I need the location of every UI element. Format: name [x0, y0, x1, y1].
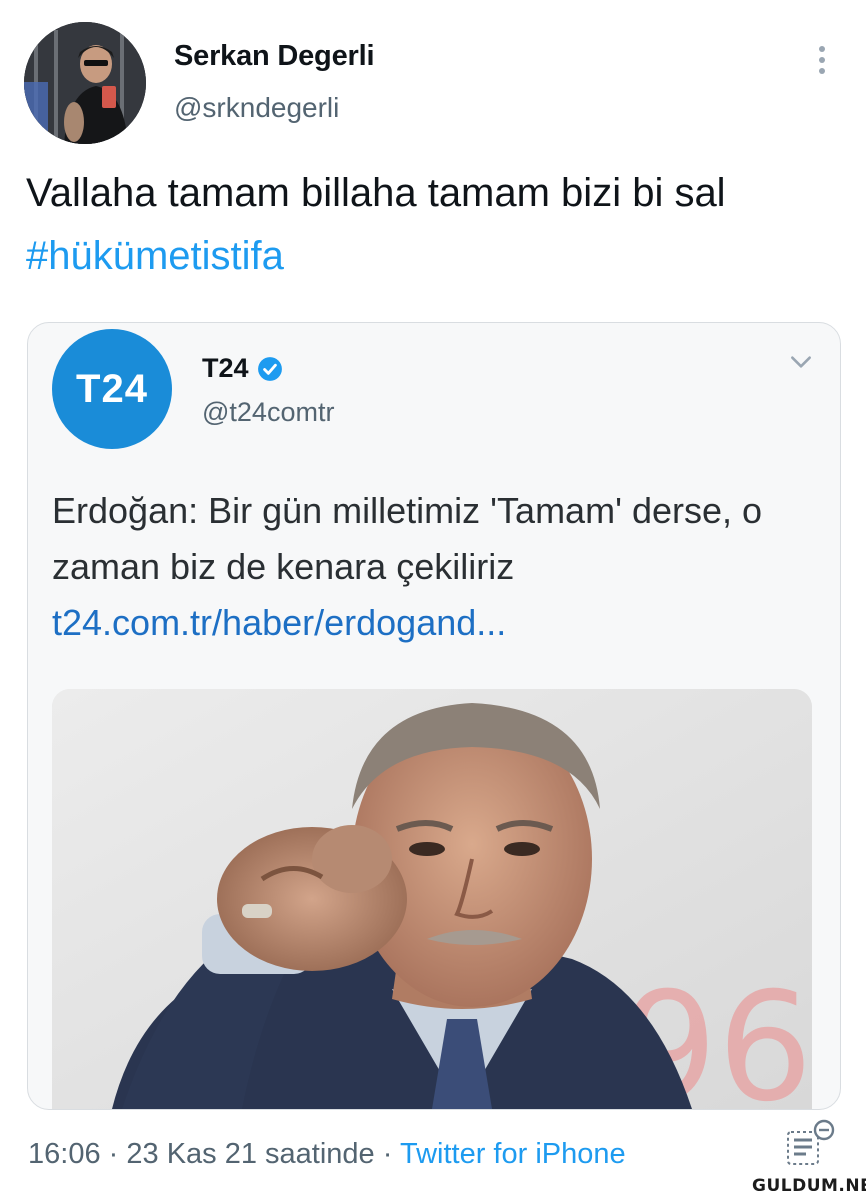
hashtag-link[interactable]: #hükümetistifa [26, 234, 284, 278]
meta-separator: · [108, 1138, 119, 1170]
tweet-body: Vallaha tamam billaha tamam bizi bi sal [26, 171, 726, 215]
avatar[interactable] [24, 22, 146, 144]
tweet-text: Vallaha tamam billaha tamam bizi bi sal … [26, 162, 826, 288]
quote-display-name[interactable]: T24 [202, 353, 283, 384]
portrait-photo: 96 [52, 689, 812, 1109]
source-link[interactable]: Twitter for iPhone [400, 1138, 626, 1170]
document-icon [787, 1119, 835, 1165]
tweet-time[interactable]: 16:06 [28, 1138, 101, 1170]
meta-separator: · [382, 1138, 393, 1170]
quote-text: Erdoğan: Bir gün milletimiz 'Tamam' ders… [52, 483, 822, 651]
watermark: GULDUM.NET [752, 1176, 866, 1196]
more-options-button[interactable] [806, 40, 838, 80]
quote-body: Erdoğan: Bir gün milletimiz 'Tamam' ders… [52, 490, 763, 587]
handle[interactable]: @srkndegerli [174, 92, 339, 124]
verified-icon [257, 356, 282, 381]
tweet-date[interactable]: 23 Kas 21 saatinde [126, 1138, 374, 1170]
display-name[interactable]: Serkan Degerli [174, 40, 375, 73]
quote-display-name-text: T24 [202, 353, 249, 383]
avatar-photo [24, 22, 146, 144]
tweet-meta: 16:06 · 23 Kas 21 saatinde · Twitter for… [28, 1138, 626, 1171]
more-vertical-icon [819, 46, 825, 52]
quote-avatar-text: T24 [76, 366, 148, 411]
chevron-down-icon[interactable] [788, 349, 814, 375]
quote-image[interactable]: 96 [52, 689, 812, 1109]
quote-link[interactable]: t24.com.tr/haber/erdogand... [52, 602, 506, 643]
quote-avatar[interactable]: T24 [52, 329, 172, 449]
quote-handle[interactable]: @t24comtr [202, 397, 334, 428]
quoted-tweet-card[interactable]: T24 T24 @t24comtr Erdoğan: Bir gün mille… [27, 322, 841, 1110]
